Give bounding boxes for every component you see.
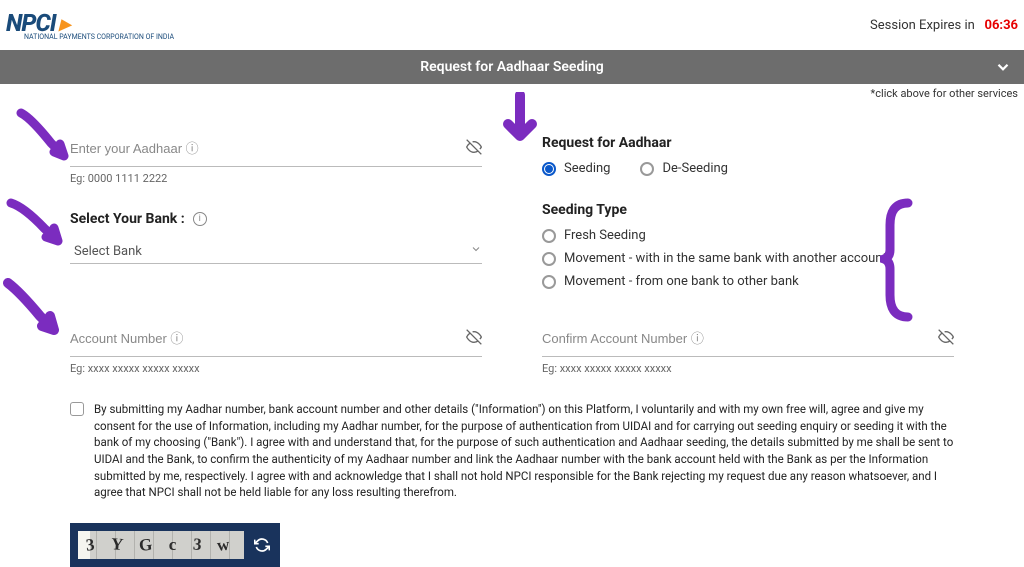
eye-off-icon[interactable] [466,329,482,349]
left-column: Eg: 0000 1111 2222 Select Your Bank : i … [70,135,482,315]
info-icon[interactable]: i [193,212,207,226]
chevron-down-icon[interactable] [994,58,1012,80]
session-expiry: Session Expires in 06:36 [870,18,1018,33]
header: NPCI ▸ NATIONAL PAYMENTS CORPORATION OF … [0,0,1024,50]
logo: NPCI ▸ NATIONAL PAYMENTS CORPORATION OF … [6,9,174,41]
request-label: Request for Aadhaar [542,135,954,151]
eye-off-icon[interactable] [466,139,482,159]
consent-text: By submitting my Aadhar number, bank acc… [94,401,954,501]
consent-block: By submitting my Aadhar number, bank acc… [0,401,1024,501]
confirm-account-example: Eg: xxxx xxxxx xxxxx xxxxx [542,362,954,375]
captcha: 3 Y G c 3 w [70,523,280,567]
radio-movement-other-bank[interactable]: Movement - from one bank to other bank [542,274,954,289]
banner-title: Request for Aadhaar Seeding [420,59,604,75]
request-field: Request for Aadhaar Seeding De-Seeding [542,135,954,176]
seeding-type-label: Seeding Type [542,202,954,218]
account-input[interactable] [70,325,466,352]
account-field: Eg: xxxx xxxxx xxxxx xxxxx [70,325,482,375]
account-example: Eg: xxxx xxxxx xxxxx xxxxx [70,362,482,375]
refresh-icon[interactable] [252,535,272,555]
bank-select[interactable]: Select Bank [70,237,482,264]
radio-deseeding[interactable]: De-Seeding [640,161,728,176]
radio-movement-same-bank[interactable]: Movement - with in the same bank with an… [542,251,954,266]
banner-hint: *click above for other services [0,84,1024,100]
aadhaar-example: Eg: 0000 1111 2222 [70,172,482,185]
session-time: 06:36 [985,18,1019,33]
logo-tagline: NATIONAL PAYMENTS CORPORATION OF INDIA [24,33,174,41]
banner[interactable]: Request for Aadhaar Seeding [0,50,1024,84]
right-column: Request for Aadhaar Seeding De-Seeding S… [542,135,954,315]
captcha-image: 3 Y G c 3 w [78,531,244,559]
confirm-account-input[interactable] [542,325,938,352]
radio-fresh-seeding[interactable]: Fresh Seeding [542,228,954,243]
bank-field: Select Your Bank : i Select Bank [70,211,482,264]
chevron-down-icon [470,243,482,259]
bank-label: Select Your Bank : i [70,211,482,227]
aadhaar-input[interactable] [70,135,466,162]
radio-seeding[interactable]: Seeding [542,161,610,176]
confirm-account-field: Eg: xxxx xxxxx xxxxx xxxxx [542,325,954,375]
aadhaar-field: Eg: 0000 1111 2222 [70,135,482,185]
seeding-type-field: Seeding Type Fresh Seeding Movement - wi… [542,202,954,289]
form-area: Eg: 0000 1111 2222 Select Your Bank : i … [0,100,1024,325]
consent-checkbox[interactable] [70,402,84,416]
eye-off-icon[interactable] [938,329,954,349]
